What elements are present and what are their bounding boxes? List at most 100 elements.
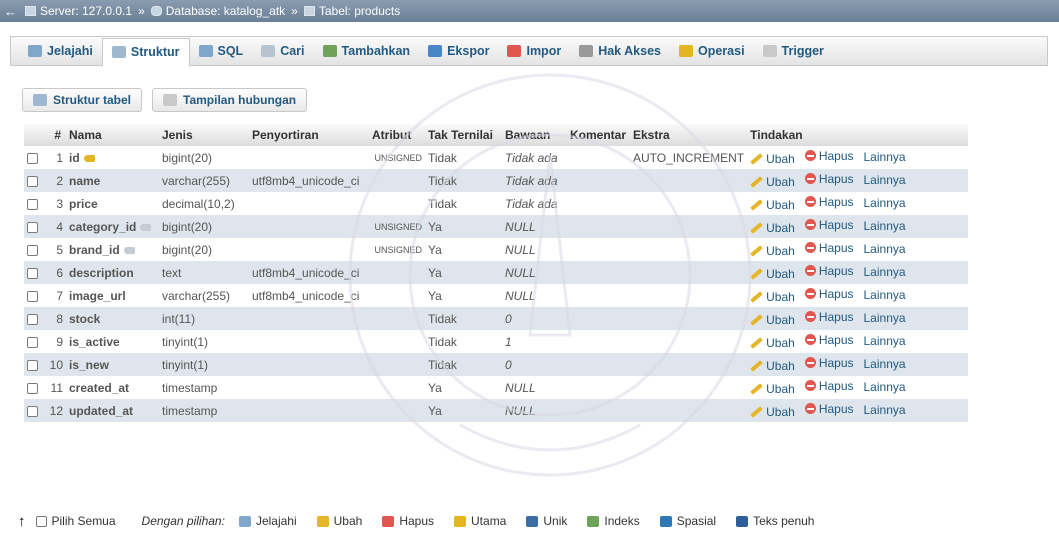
more-button[interactable]: Lainnya xyxy=(864,288,906,302)
edit-button[interactable]: Ubah xyxy=(750,198,795,212)
drop-button[interactable]: Hapus xyxy=(804,195,854,209)
field-default: NULL xyxy=(502,399,567,422)
field-actions: Ubah Hapus Lainnya xyxy=(747,307,968,330)
field-comments xyxy=(567,399,630,422)
row-checkbox-cell xyxy=(24,169,42,192)
tab-label: Struktur xyxy=(130,45,180,59)
row-checkbox[interactable] xyxy=(27,313,38,325)
field-null: Tidak xyxy=(425,353,502,376)
bulk-ubah-button[interactable]: Ubah xyxy=(316,514,362,528)
bulk-indeks-button[interactable]: Indeks xyxy=(587,514,640,528)
tab-trigger[interactable]: Trigger xyxy=(754,38,833,64)
more-button[interactable]: Lainnya xyxy=(864,380,906,394)
row-checkbox[interactable] xyxy=(27,290,38,302)
row-checkbox[interactable] xyxy=(27,336,38,348)
edit-button[interactable]: Ubah xyxy=(750,267,795,281)
index-key-icon xyxy=(140,223,152,231)
tab-operasi[interactable]: Operasi xyxy=(670,38,754,64)
tab-jelajahi[interactable]: Jelajahi xyxy=(19,38,102,64)
drop-button[interactable]: Hapus xyxy=(804,333,854,347)
field-extra xyxy=(630,330,748,353)
drop-button[interactable]: Hapus xyxy=(804,287,854,301)
back-arrow-icon[interactable]: ← xyxy=(4,4,17,19)
edit-button[interactable]: Ubah xyxy=(750,336,795,350)
bulk-unik-button[interactable]: Unik xyxy=(526,514,567,528)
drop-button[interactable]: Hapus xyxy=(804,379,854,393)
field-name-cell: id xyxy=(66,146,159,169)
bulk-jelajahi-button[interactable]: Jelajahi xyxy=(238,514,297,528)
drop-button[interactable]: Hapus xyxy=(804,356,854,370)
subtab-structure[interactable]: Struktur tabel xyxy=(22,88,143,112)
field-extra xyxy=(630,192,748,215)
row-checkbox[interactable] xyxy=(27,198,38,210)
field-name-cell: brand_id xyxy=(66,238,159,261)
edit-button[interactable]: Ubah xyxy=(750,152,795,166)
field-name-cell: updated_at xyxy=(66,399,159,422)
bulk-spasial-button[interactable]: Spasial xyxy=(659,514,716,528)
tab-ekspor[interactable]: Ekspor xyxy=(419,38,498,64)
field-null: Tidak xyxy=(425,146,502,169)
drop-button[interactable]: Hapus xyxy=(804,264,854,278)
tab-cari[interactable]: Cari xyxy=(252,38,313,64)
subtab-relations[interactable]: Tampilan hubungan xyxy=(152,88,308,112)
field-attributes xyxy=(369,192,425,215)
pencil-icon xyxy=(750,268,763,280)
breadcrumb-database[interactable]: Database: katalog_atk xyxy=(150,4,285,18)
bulk-teks-penuh-button[interactable]: Teks penuh xyxy=(736,514,814,528)
edit-button[interactable]: Ubah xyxy=(750,221,795,235)
more-button[interactable]: Lainnya xyxy=(864,219,906,233)
more-button[interactable]: Lainnya xyxy=(864,265,906,279)
breadcrumb-server[interactable]: Server: 127.0.0.1 xyxy=(25,4,132,18)
drop-button[interactable]: Hapus xyxy=(804,310,854,324)
tab-sql[interactable]: SQL xyxy=(190,38,253,64)
drop-button[interactable]: Hapus xyxy=(804,149,854,163)
edit-button[interactable]: Ubah xyxy=(750,313,795,327)
row-checkbox[interactable] xyxy=(27,359,38,371)
more-button[interactable]: Lainnya xyxy=(864,403,906,417)
bulk-utama-button[interactable]: Utama xyxy=(454,514,506,528)
field-actions: Ubah Hapus Lainnya xyxy=(747,399,968,422)
edit-button[interactable]: Ubah xyxy=(750,359,795,373)
edit-button[interactable]: Ubah xyxy=(750,244,795,258)
drop-button[interactable]: Hapus xyxy=(804,241,854,255)
row-checkbox[interactable] xyxy=(27,221,38,233)
header-num: # xyxy=(42,124,66,146)
tab-struktur[interactable]: Struktur xyxy=(101,37,190,67)
delete-icon xyxy=(804,265,816,277)
more-button[interactable]: Lainnya xyxy=(864,311,906,325)
edit-button[interactable]: Ubah xyxy=(750,175,795,189)
more-button[interactable]: Lainnya xyxy=(864,357,906,371)
edit-button[interactable]: Ubah xyxy=(750,382,795,396)
more-button[interactable]: Lainnya xyxy=(864,334,906,348)
more-button[interactable]: Lainnya xyxy=(864,242,906,256)
drop-button[interactable]: Hapus xyxy=(804,172,854,186)
privileges-icon xyxy=(579,45,594,57)
edit-button[interactable]: Ubah xyxy=(750,405,795,419)
row-checkbox[interactable] xyxy=(27,175,38,187)
breadcrumb-table[interactable]: Tabel: products xyxy=(303,4,400,18)
more-button[interactable]: Lainnya xyxy=(864,150,906,164)
row-num: 10 xyxy=(42,353,66,376)
check-all-checkbox[interactable] xyxy=(35,515,47,527)
more-button[interactable]: Lainnya xyxy=(864,196,906,210)
row-checkbox[interactable] xyxy=(27,244,38,256)
drop-button[interactable]: Hapus xyxy=(804,218,854,232)
bulk-action-label: Jelajahi xyxy=(255,514,297,528)
row-checkbox[interactable] xyxy=(27,267,38,279)
check-all[interactable]: Pilih Semua xyxy=(35,514,116,528)
field-extra xyxy=(630,284,748,307)
field-comments xyxy=(567,146,630,169)
field-null: Ya xyxy=(425,399,502,422)
row-checkbox[interactable] xyxy=(27,405,38,417)
edit-button[interactable]: Ubah xyxy=(750,290,795,304)
drop-button[interactable]: Hapus xyxy=(804,402,854,416)
tab-hak-akses[interactable]: Hak Akses xyxy=(570,38,670,64)
more-button[interactable]: Lainnya xyxy=(864,173,906,187)
pencil-icon xyxy=(750,383,763,395)
tab-tambahkan[interactable]: Tambahkan xyxy=(314,38,420,64)
unique-icon xyxy=(526,515,539,527)
bulk-hapus-button[interactable]: Hapus xyxy=(382,514,434,528)
row-checkbox[interactable] xyxy=(27,152,38,164)
row-checkbox[interactable] xyxy=(27,382,38,394)
tab-impor[interactable]: Impor xyxy=(498,38,570,64)
